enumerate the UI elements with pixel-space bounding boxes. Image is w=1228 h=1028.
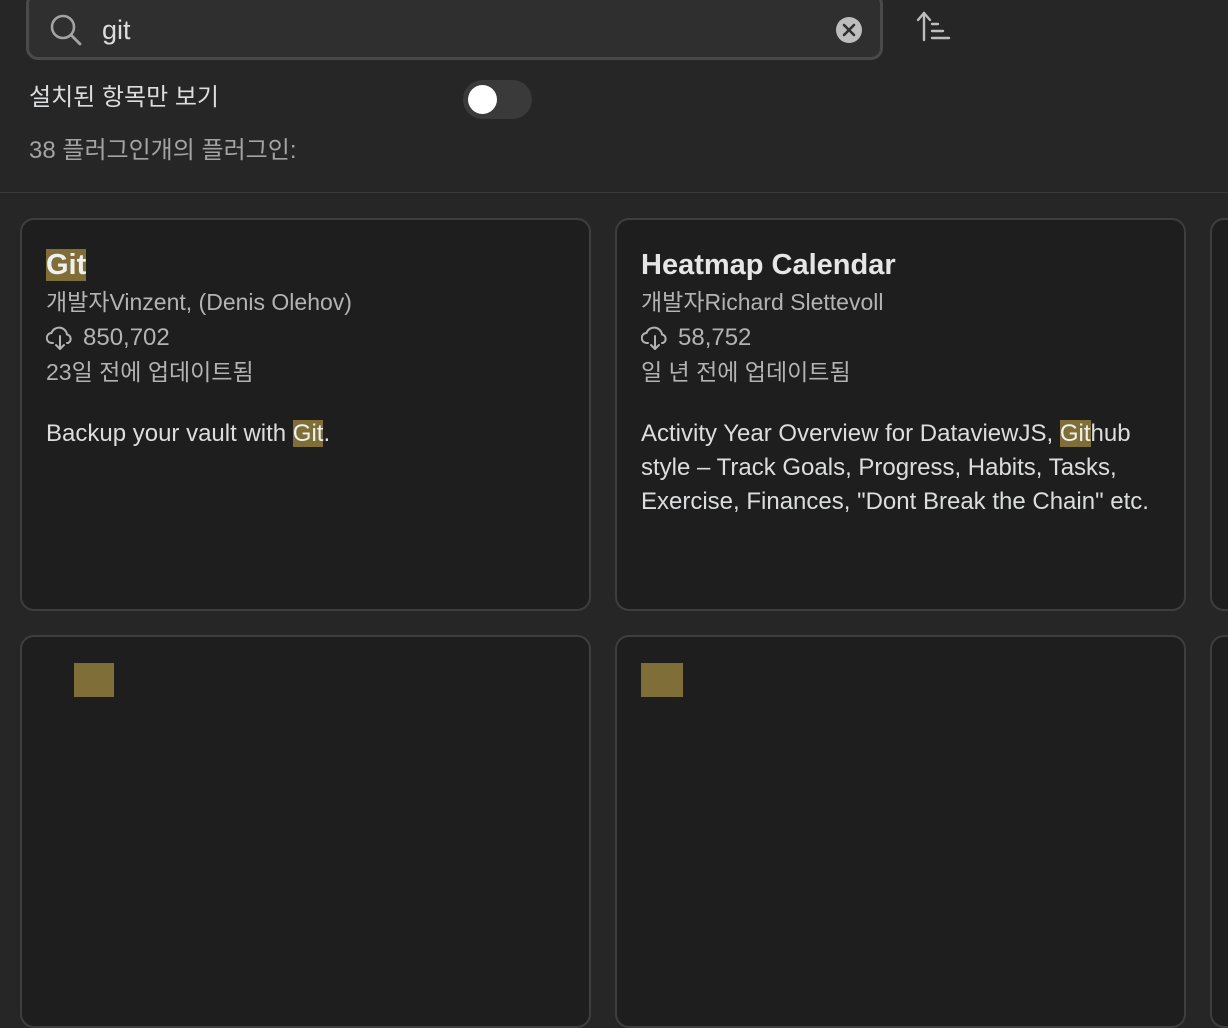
toggle-knob (468, 85, 497, 114)
plugin-description: Activity Year Overview for DataviewJS, G… (641, 420, 1149, 515)
download-count: 850,702 (83, 324, 170, 351)
result-count: 38 플러그인개의 플러그인: (29, 137, 297, 164)
plugin-card-partial[interactable] (20, 635, 591, 1028)
plugin-downloads: 58,752 (641, 323, 751, 353)
plugin-browser-header: git 설치된 항목만 보기 38 플러그인개의 플러그인: (0, 0, 1228, 193)
plugin-card-partial[interactable] (1210, 218, 1228, 611)
search-icon (50, 14, 82, 46)
installed-only-label: 설치된 항목만 보기 (29, 84, 219, 111)
download-icon (46, 326, 72, 350)
plugin-card-partial[interactable] (1210, 635, 1228, 1028)
sort-order-icon[interactable] (916, 10, 952, 44)
plugin-title: Heatmap Calendar (641, 249, 896, 281)
plugin-updated: 일 년 전에 업데이트됨 (641, 359, 851, 385)
plugin-title: Git (46, 248, 87, 282)
plugin-downloads: 850,702 (46, 323, 170, 353)
plugin-author: 개발자Richard Slettevoll (641, 289, 884, 315)
search-input-value: git (102, 15, 131, 45)
plugin-author: 개발자Vinzent, (Denis Olehov) (46, 289, 352, 315)
plugin-title-partial (641, 663, 683, 705)
plugin-grid: Git 개발자Vinzent, (Denis Olehov) 850,702 2… (0, 194, 1228, 1028)
plugin-title-partial (46, 663, 114, 705)
plugin-updated: 23일 전에 업데이트됨 (46, 359, 254, 385)
plugin-card[interactable]: Git 개발자Vinzent, (Denis Olehov) 850,702 2… (20, 218, 591, 611)
search-highlight: Git (46, 249, 87, 281)
installed-only-toggle[interactable] (463, 80, 532, 119)
download-count: 58,752 (678, 324, 752, 351)
plugin-card[interactable]: Heatmap Calendar 개발자Richard Slettevoll 5… (615, 218, 1186, 611)
plugin-description: Backup your vault with Git. (46, 420, 331, 447)
search-highlight: Git (292, 420, 324, 447)
search-input[interactable]: git (26, 0, 883, 60)
clear-search-icon[interactable] (835, 16, 863, 44)
download-icon (641, 326, 667, 350)
search-highlight: Git (1059, 420, 1091, 447)
plugin-card-partial[interactable] (615, 635, 1186, 1028)
